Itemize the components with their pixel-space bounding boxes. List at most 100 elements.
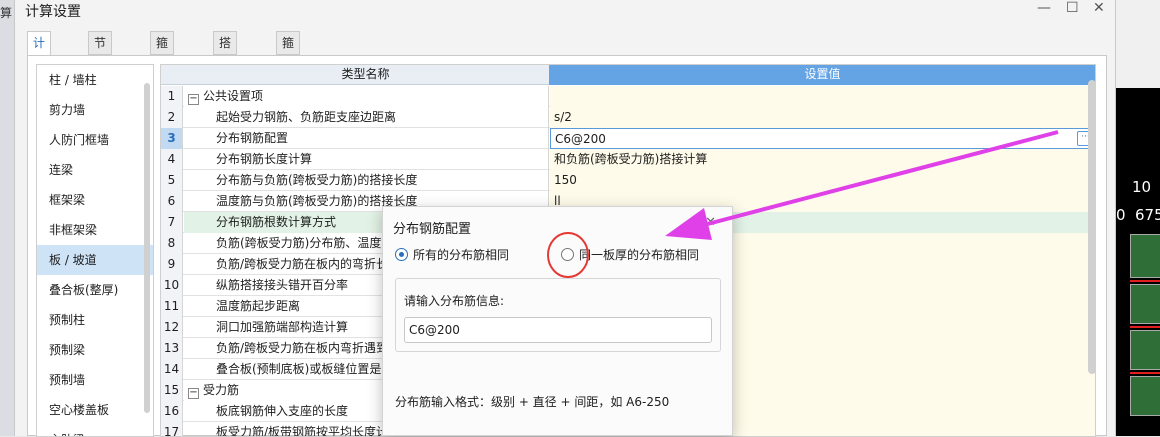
setting-label: 温度筋起步距离: [216, 299, 301, 313]
row-type-name: 分布钢筋长度计算: [184, 149, 549, 170]
row-number: 7: [161, 212, 183, 233]
row-type-name: 分布筋与负筋(跨板受力筋)的搭接长度: [184, 170, 549, 191]
sidebar-item-blast-door-frame[interactable]: 人防门框墙: [37, 125, 153, 155]
setting-value-text: 和负筋(跨板受力筋)搭接计算: [554, 152, 708, 166]
sidebar-item-composite-slab[interactable]: 叠合板(整厚): [37, 275, 153, 305]
setting-label: 分布钢筋长度计算: [216, 152, 313, 166]
tab-stirrup-settings[interactable]: 箍筋设置: [150, 31, 175, 116]
table-row[interactable]: 1− 公共设置项: [161, 86, 1095, 107]
cad-slab: [1130, 376, 1160, 416]
row-number: 9: [161, 254, 183, 275]
radio-checked-icon: [395, 248, 408, 261]
sidebar-item-non-frame-beam[interactable]: 非框架梁: [37, 215, 153, 245]
grid-scrollbar[interactable]: [1088, 80, 1096, 374]
background-app-strip: 算: [0, 0, 14, 436]
cad-rebar-line: [1130, 372, 1160, 374]
radio-all-same-label: 所有的分布筋相同: [413, 248, 510, 262]
dialog-title: 分布钢筋配置: [393, 222, 472, 237]
sidebar-item-frame-beam[interactable]: 框架梁: [37, 185, 153, 215]
collapse-icon[interactable]: −: [188, 94, 199, 105]
category-label: 受力筋: [203, 383, 240, 397]
setting-label: 叠合板(预制底板)或板缝位置是否: [216, 362, 394, 376]
tab-lap-settings[interactable]: 搭接设置: [213, 31, 238, 116]
row-number: 13: [161, 338, 183, 359]
row-setting-value[interactable]: 150: [550, 170, 1095, 191]
setting-label: 分布筋与负筋(跨板受力筋)的搭接长度: [216, 173, 418, 187]
sidebar-scrollbar[interactable]: [144, 83, 150, 413]
maximize-button[interactable]: ☐: [1066, 0, 1079, 16]
setting-label: 板底钢筋伸入支座的长度: [216, 404, 349, 418]
table-row[interactable]: 3 分布钢筋配置 C6@200 ···: [161, 128, 1095, 149]
row-number: 1: [161, 86, 183, 107]
row-type-name: 起始受力钢筋、负筋距支座边距离: [184, 107, 549, 128]
format-hint: 分布筋输入格式：级别 + 直径 + 间距，如 A6-250: [395, 395, 670, 409]
row-number: 8: [161, 233, 183, 254]
setting-value-text: C6@200: [555, 132, 606, 146]
table-row[interactable]: 5 分布筋与负筋(跨板受力筋)的搭接长度 150: [161, 170, 1095, 191]
row-number: 10: [161, 275, 183, 296]
tab-stirrup-formula[interactable]: 箍筋公式: [276, 31, 301, 116]
row-number: 3: [161, 128, 183, 149]
cad-slab: [1130, 234, 1160, 278]
column-header-setting-value: 设置值: [549, 65, 1095, 85]
sidebar-item-shear-wall[interactable]: 剪力墙: [37, 95, 153, 125]
row-setting-value[interactable]: [550, 86, 1095, 107]
radio-same-thickness[interactable]: 同一板厚的分布筋相同: [561, 247, 699, 263]
row-number: 4: [161, 149, 183, 170]
setting-label: 纵筋搭接接头错开百分率: [216, 278, 349, 292]
row-setting-value[interactable]: C6@200 ···: [550, 128, 1095, 149]
rebar-info-label: 请输入分布筋信息:: [404, 294, 505, 308]
row-number: 2: [161, 107, 183, 128]
radio-unchecked-icon: [561, 248, 574, 261]
row-number: 17: [161, 422, 183, 436]
setting-label: 负筋(跨板受力筋)分布筋、温度筋: [216, 236, 394, 250]
cad-slab: [1130, 284, 1160, 324]
sidebar-item-precast-beam[interactable]: 预制梁: [37, 335, 153, 365]
window-title: 计算设置: [25, 4, 81, 20]
close-button[interactable]: ✕: [1093, 0, 1105, 16]
radio-same-thickness-label: 同一板厚的分布筋相同: [579, 248, 700, 262]
setting-label: 洞口加强筋端部构造计算: [216, 320, 349, 334]
row-setting-value[interactable]: s/2: [550, 107, 1095, 128]
table-row[interactable]: 4 分布钢筋长度计算 和负筋(跨板受力筋)搭接计算: [161, 149, 1095, 170]
minimize-button[interactable]: —: [1037, 0, 1051, 16]
cad-rebar-line: [1130, 326, 1160, 328]
row-number: 12: [161, 317, 183, 338]
title-bar: 计算设置 — ☐ ✕: [15, 0, 1115, 26]
rebar-info-input[interactable]: C6@200: [404, 317, 712, 343]
sidebar-item-precast-wall[interactable]: 预制墙: [37, 365, 153, 395]
sidebar-item-column[interactable]: 柱 / 墙柱: [37, 65, 153, 95]
setting-value-text: s/2: [554, 110, 572, 124]
row-type-name: − 公共设置项: [184, 86, 549, 107]
sidebar-item-coupling-beam[interactable]: 连梁: [37, 155, 153, 185]
sidebar-item-main-rib-beam[interactable]: 主肋梁: [37, 425, 153, 436]
sidebar-item-hollow-floor-slab[interactable]: 空心楼盖板: [37, 395, 153, 425]
row-number: 16: [161, 401, 183, 422]
grid-header: 类型名称 设置值: [161, 65, 1095, 85]
setting-label: 起始受力钢筋、负筋距支座边距离: [216, 110, 397, 124]
dialog-close-icon[interactable]: ✕: [705, 215, 716, 230]
row-setting-value[interactable]: 和负筋(跨板受力筋)搭接计算: [550, 149, 1095, 170]
column-header-type-name: 类型名称: [341, 67, 390, 81]
background-app-label: 算: [0, 6, 13, 20]
row-number: 6: [161, 191, 183, 212]
row-number: 15: [161, 380, 183, 401]
setting-label: 负筋/跨板受力筋在板内的弯折长: [216, 257, 389, 271]
sidebar-item-precast-column[interactable]: 预制柱: [37, 305, 153, 335]
cad-slab: [1130, 330, 1160, 370]
setting-label: 负筋/跨板受力筋在板内弯折遇到: [216, 341, 389, 355]
row-number: 14: [161, 359, 183, 380]
rebar-info-group: 请输入分布筋信息: C6@200: [395, 278, 721, 352]
collapse-icon[interactable]: −: [188, 388, 199, 399]
row-number: 5: [161, 170, 183, 191]
tab-node-settings[interactable]: 节点设置: [88, 31, 113, 116]
setting-label: 分布钢筋配置: [216, 131, 289, 145]
sidebar-item-slab-ramp[interactable]: 板 / 坡道: [37, 245, 153, 275]
tab-calc-rules[interactable]: 计算规则: [27, 31, 52, 116]
setting-label: 分布钢筋根数计算方式: [216, 215, 337, 229]
radio-all-same[interactable]: 所有的分布筋相同: [395, 247, 509, 263]
cad-label: 675: [1135, 206, 1160, 224]
table-row[interactable]: 2 起始受力钢筋、负筋距支座边距离 s/2: [161, 107, 1095, 128]
category-label: 公共设置项: [203, 89, 264, 103]
cad-label: 10: [1132, 178, 1152, 196]
